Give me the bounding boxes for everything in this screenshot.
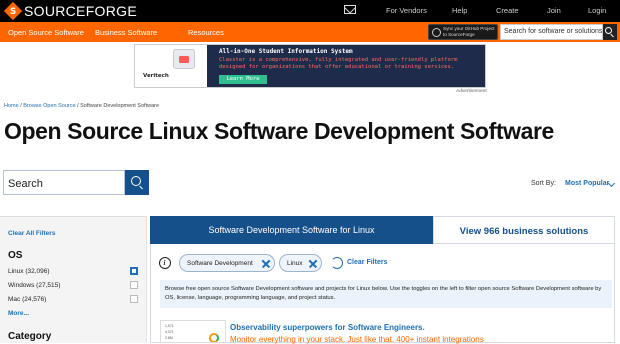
os-filter-mac[interactable]: Mac (24,576) <box>8 295 140 306</box>
search-icon <box>131 176 141 186</box>
nav-resources[interactable]: Resources <box>188 28 224 37</box>
os-heading: OS <box>8 250 23 261</box>
category-heading: Category <box>8 331 52 342</box>
close-icon[interactable] <box>261 258 271 268</box>
advertisement-banner[interactable]: Veritech All-in-One Student Information … <box>134 44 486 88</box>
breadcrumb-home[interactable]: Home <box>4 103 19 109</box>
os-more-link[interactable]: More... <box>8 310 29 317</box>
ad-image: Veritech <box>135 45 207 87</box>
sourceforge-logo-icon: S <box>3 1 23 21</box>
ad-badge-icon <box>173 49 195 69</box>
nav-join[interactable]: Join <box>547 6 561 15</box>
header-search-placeholder: Search for software or solutions <box>504 28 603 35</box>
header-search-button[interactable] <box>603 24 617 40</box>
breadcrumb: Home / Browse Open Source / Software Dev… <box>4 103 160 109</box>
filter-chip-software-development[interactable]: Software Development <box>179 254 275 272</box>
ad-learn-more-button[interactable]: Learn More <box>219 75 267 84</box>
main-search-button[interactable] <box>125 170 149 195</box>
tab-business-solutions[interactable]: View 966 business solutions <box>433 216 615 244</box>
os-filter-linux[interactable]: Linux (32,096) <box>8 267 140 278</box>
logo-text: SOURCEFORGE <box>24 3 137 19</box>
result-title-link[interactable]: Observability superpowers for Software E… <box>230 323 425 332</box>
category-description: Browse free open source Software Develop… <box>160 280 612 308</box>
nav-business-software[interactable]: Business Software <box>95 28 157 37</box>
sourceforge-logo[interactable]: S SOURCEFORGE <box>3 1 137 21</box>
ad-title: All-in-One Student Information System <box>219 48 353 55</box>
header-search-input[interactable]: Search for software or solutions <box>500 24 603 40</box>
nav-open-source-software[interactable]: Open Source Software <box>8 28 84 37</box>
filter-chip-linux[interactable]: Linux <box>279 254 322 272</box>
main-search-placeholder: Search <box>8 178 43 190</box>
mail-icon[interactable] <box>344 5 356 14</box>
nav-create[interactable]: Create <box>496 6 519 15</box>
page-title: Open Source Linux Software Development S… <box>4 118 554 144</box>
filter-sidebar: Clear All Filters OS Linux (32,096) Wind… <box>0 216 147 343</box>
ad-description: Classter is a comprehensive, fully integ… <box>219 57 458 70</box>
result-thumbnail[interactable]: 1,071 4,371 2.8M <box>160 320 226 343</box>
close-icon[interactable] <box>308 258 318 268</box>
sort-dropdown[interactable]: Most Popular <box>565 180 609 187</box>
donut-chart-icon <box>209 333 219 342</box>
undo-icon <box>331 257 343 269</box>
os-filter-windows[interactable]: Windows (27,515) <box>8 281 140 292</box>
checkbox-linux[interactable] <box>130 267 138 275</box>
clear-all-filters-link[interactable]: Clear All Filters <box>8 230 55 237</box>
tab-software-for-linux[interactable]: Software Development Software for Linux <box>150 216 433 244</box>
github-icon <box>432 28 441 37</box>
sort-label: Sort By: <box>531 180 556 187</box>
main-search-input[interactable]: Search <box>3 170 125 195</box>
github-sync-button[interactable]: Sync your GitHub Project to SourceForge <box>428 24 498 40</box>
checkbox-mac[interactable] <box>130 295 138 303</box>
ad-brand: Veritech <box>143 73 169 79</box>
info-icon[interactable]: i <box>159 257 171 269</box>
nav-login[interactable]: Login <box>588 6 606 15</box>
breadcrumb-browse[interactable]: Browse Open Source <box>23 103 75 109</box>
nav-help[interactable]: Help <box>452 6 467 15</box>
github-sync-label: Sync your GitHub Project to SourceForge <box>443 26 495 37</box>
nav-for-vendors[interactable]: For Vendors <box>386 6 427 15</box>
search-icon <box>605 27 612 34</box>
breadcrumb-current: Software Development Software <box>80 103 160 109</box>
advertisement-label: Advertisement <box>456 89 487 94</box>
checkbox-windows[interactable] <box>130 281 138 289</box>
